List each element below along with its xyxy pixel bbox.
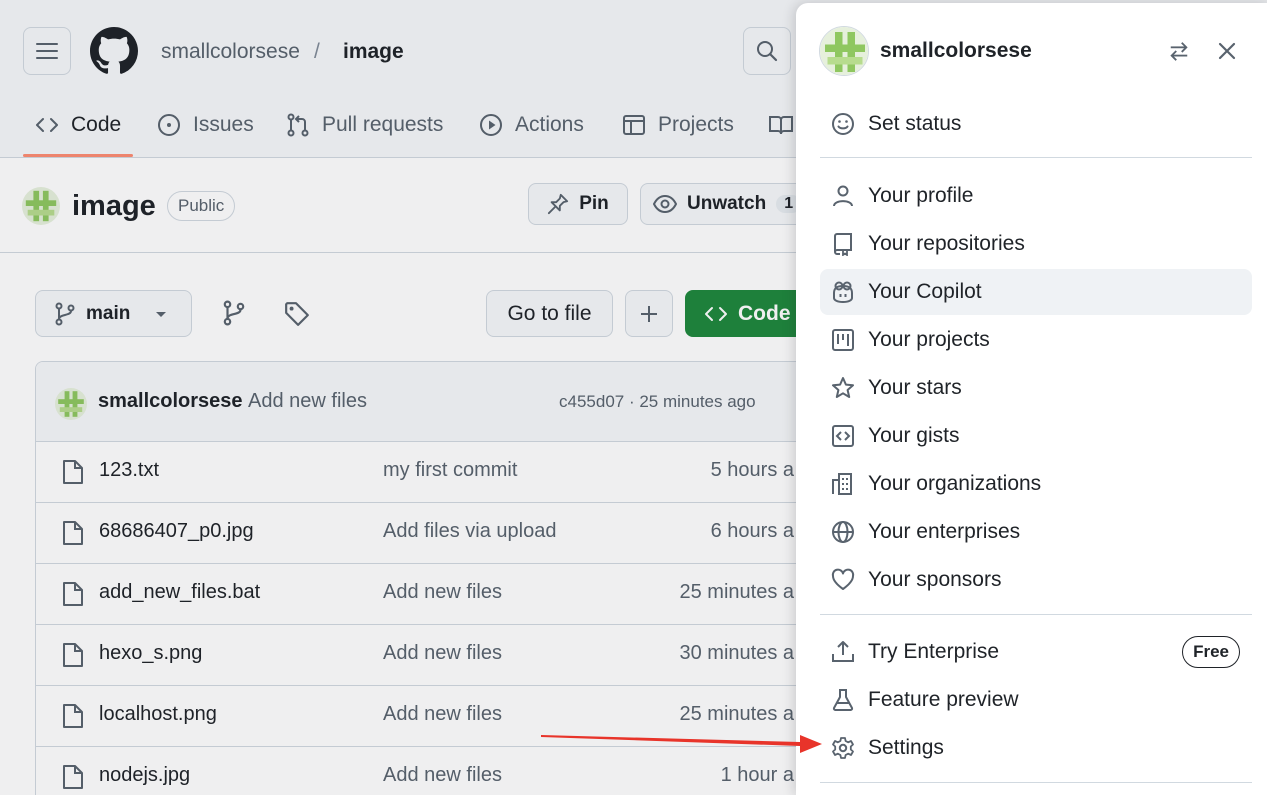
menu-item-feature-preview[interactable]: Feature preview <box>820 677 1252 723</box>
avatar[interactable] <box>819 26 869 76</box>
menu-item-your-projects[interactable]: Your projects <box>820 317 1252 363</box>
menu-item-label: Your organizations <box>868 472 1042 495</box>
upload-icon <box>832 641 854 662</box>
menu-item-label: Your stars <box>868 376 962 399</box>
close-panel-button[interactable] <box>1212 36 1242 66</box>
copilot-icon <box>833 281 853 304</box>
menu-item-label: Your sponsors <box>868 568 1002 591</box>
beaker-icon <box>832 689 854 711</box>
menu-item-your-organizations[interactable]: Your organizations <box>820 461 1252 507</box>
menu-item-your-profile[interactable]: Your profile <box>820 173 1252 219</box>
menu-item-your-gists[interactable]: Your gists <box>820 413 1252 459</box>
menu-item-label: Your profile <box>868 184 974 207</box>
panel-username: smallcolorsese <box>880 39 1032 62</box>
menu-item-label: Settings <box>868 736 944 759</box>
menu-item-your-sponsors[interactable]: Your sponsors <box>820 557 1252 603</box>
repo-icon <box>833 233 852 256</box>
gear-icon <box>832 737 854 759</box>
menu-item-label: Your Copilot <box>868 280 982 303</box>
user-menu-panel: smallcolorsese Set status Your profile Y… <box>796 3 1267 795</box>
menu-item-label: Your gists <box>868 424 960 447</box>
menu-item-settings[interactable]: Settings <box>820 725 1252 771</box>
person-icon <box>833 185 853 207</box>
code-square-icon <box>832 425 854 447</box>
divider <box>820 614 1252 615</box>
menu-item-your-copilot[interactable]: Your Copilot <box>820 269 1252 315</box>
menu-item-try-enterprise[interactable]: Try Enterprise Free <box>820 629 1252 675</box>
set-status-item[interactable]: Set status <box>820 101 1252 147</box>
menu-item-label: Feature preview <box>868 688 1019 711</box>
globe-icon <box>832 521 854 543</box>
close-icon <box>1218 42 1236 60</box>
star-icon <box>832 377 854 398</box>
divider <box>820 782 1252 783</box>
smiley-icon <box>832 113 854 135</box>
menu-item-label: Your repositories <box>868 232 1025 255</box>
menu-item-your-stars[interactable]: Your stars <box>820 365 1252 411</box>
organization-icon <box>832 473 852 495</box>
project-icon <box>832 329 854 351</box>
switch-account-button[interactable] <box>1164 36 1194 66</box>
menu-item-label: Your projects <box>868 328 990 351</box>
free-badge: Free <box>1182 636 1240 668</box>
menu-item-label: Try Enterprise <box>868 640 1000 663</box>
divider <box>820 157 1252 158</box>
menu-item-label: Your enterprises <box>868 520 1021 543</box>
heart-icon <box>831 568 855 590</box>
menu-item-label: Set status <box>868 112 962 135</box>
arrow-switch-icon <box>1170 42 1188 61</box>
menu-item-your-enterprises[interactable]: Your enterprises <box>820 509 1252 555</box>
menu-item-your-repositories[interactable]: Your repositories <box>820 221 1252 267</box>
